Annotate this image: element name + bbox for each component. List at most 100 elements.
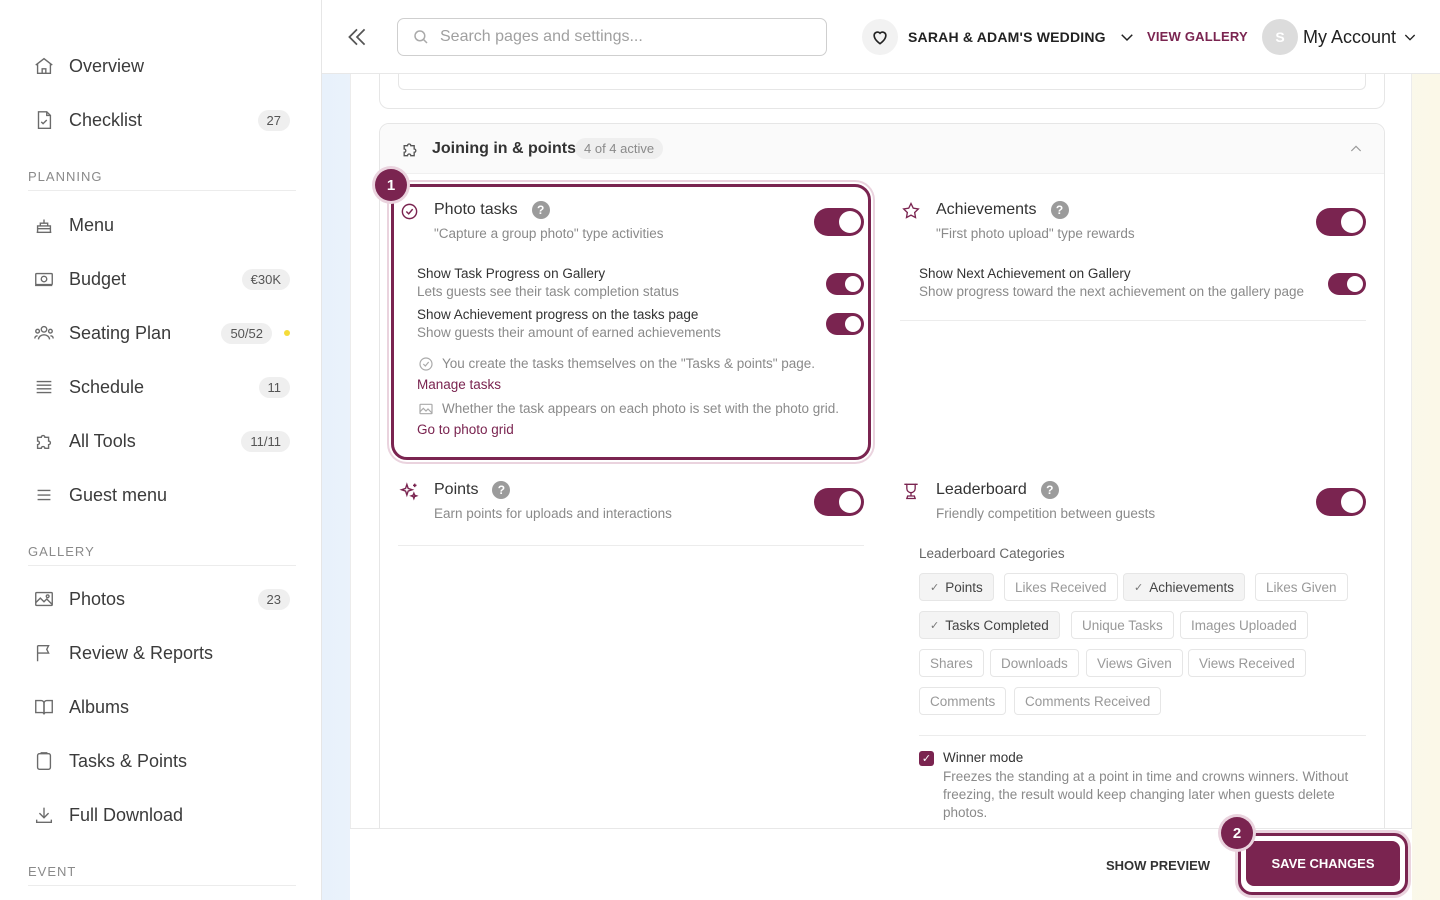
sidebar-item-photos[interactable]: Photos 23 bbox=[20, 577, 300, 621]
sidebar-item-budget[interactable]: Budget €30K bbox=[20, 257, 300, 301]
puzzle-icon bbox=[400, 139, 420, 159]
sidebar-item-seating-plan[interactable]: Seating Plan 50/52 bbox=[20, 311, 300, 355]
active-count-badge: 4 of 4 active bbox=[575, 138, 664, 159]
chip-label: Images Uploaded bbox=[1191, 617, 1297, 633]
category-chip-comments[interactable]: Comments bbox=[919, 687, 1007, 715]
image-icon bbox=[20, 588, 68, 610]
sidebar-item-full-download[interactable]: Full Download bbox=[20, 793, 300, 837]
heart-icon bbox=[862, 19, 898, 55]
task-progress-toggle[interactable] bbox=[826, 273, 864, 295]
category-chip-downloads[interactable]: Downloads bbox=[990, 649, 1079, 677]
event-name: SARAH & ADAM'S WEDDING bbox=[908, 29, 1106, 45]
chip-label: Shares bbox=[930, 655, 973, 671]
sidebar-item-all-tools[interactable]: All Tools 11/11 bbox=[20, 419, 300, 463]
puzzle-icon bbox=[20, 430, 68, 452]
help-icon[interactable]: ? bbox=[1050, 201, 1069, 219]
chip-label: Points bbox=[945, 579, 983, 595]
sidebar: Overview Checklist 27 PLANNING Menu Budg… bbox=[0, 0, 322, 900]
sidebar-item-review-reports[interactable]: Review & Reports bbox=[20, 631, 300, 675]
points-toggle[interactable] bbox=[814, 488, 864, 516]
help-icon[interactable]: ? bbox=[1040, 481, 1059, 499]
sidebar-item-albums[interactable]: Albums bbox=[20, 685, 300, 729]
chip-label: Tasks Completed bbox=[945, 617, 1049, 633]
tasks-info-text: You create the tasks themselves on the "… bbox=[442, 356, 816, 371]
sidebar-item-label: Full Download bbox=[69, 804, 184, 825]
collapse-sidebar-icon[interactable] bbox=[344, 24, 370, 50]
sidebar-item-label: Checklist bbox=[69, 109, 143, 130]
clipboard-icon bbox=[20, 750, 68, 772]
photo-tasks-desc: "Capture a group photo" type activities bbox=[434, 226, 664, 241]
top-bar: SARAH & ADAM'S WEDDING VIEW GALLERY S My… bbox=[322, 0, 1440, 74]
photo-tasks-toggle[interactable] bbox=[814, 208, 864, 236]
category-chip-unique-tasks[interactable]: Unique Tasks bbox=[1071, 611, 1174, 639]
category-chip-tasks-completed[interactable]: ✓ Tasks Completed bbox=[919, 611, 1060, 639]
flag-icon bbox=[20, 642, 68, 664]
section-heading-planning: PLANNING bbox=[28, 169, 103, 184]
trophy-icon bbox=[901, 481, 921, 501]
chevron-up-icon[interactable] bbox=[1348, 141, 1364, 157]
sidebar-item-label: Albums bbox=[69, 696, 130, 717]
winner-mode-desc: Freezes the standing at a point in time … bbox=[943, 769, 1349, 820]
manage-tasks-link[interactable]: Manage tasks bbox=[417, 377, 501, 392]
sidebar-item-label: Photos bbox=[69, 588, 126, 609]
chip-label: Likes Received bbox=[1015, 579, 1107, 595]
achievements-title: Achievements ? bbox=[936, 201, 1069, 219]
check-circle-icon bbox=[400, 202, 419, 221]
leaderboard-desc: Friendly competition between guests bbox=[936, 506, 1156, 521]
photo-grid-link[interactable]: Go to photo grid bbox=[417, 422, 514, 437]
section-header[interactable]: Joining in & points 4 of 4 active bbox=[380, 124, 1384, 174]
check-icon: ✓ bbox=[1134, 581, 1144, 594]
category-chip-comments-received[interactable]: Comments Received bbox=[1014, 687, 1162, 715]
help-icon[interactable]: ? bbox=[531, 201, 550, 219]
checklist-icon bbox=[20, 109, 68, 131]
points-desc: Earn points for uploads and interactions bbox=[434, 506, 672, 521]
check-icon: ✓ bbox=[930, 581, 940, 594]
account-label: My Account bbox=[1303, 26, 1397, 47]
sidebar-item-tasks-points[interactable]: Tasks & Points bbox=[20, 739, 300, 783]
chip-label: Views Received bbox=[1199, 655, 1295, 671]
sidebar-item-guest-menu[interactable]: Guest menu bbox=[20, 473, 300, 517]
winner-mode-checkbox[interactable]: ✓ bbox=[919, 751, 934, 766]
people-icon bbox=[20, 322, 68, 344]
sidebar-item-label: All Tools bbox=[69, 430, 136, 451]
image-icon bbox=[418, 401, 434, 417]
task-progress-title: Show Task Progress on Gallery bbox=[417, 266, 606, 281]
avatar: S bbox=[1262, 19, 1298, 55]
sidebar-item-menu[interactable]: Menu bbox=[20, 203, 300, 247]
sidebar-item-label: Guest menu bbox=[69, 484, 168, 505]
book-icon bbox=[20, 696, 68, 718]
next-achievement-title: Show Next Achievement on Gallery bbox=[919, 266, 1131, 281]
next-achievement-toggle[interactable] bbox=[1328, 273, 1366, 295]
category-chip-views-given[interactable]: Views Given bbox=[1086, 649, 1183, 677]
feature-label: Photo tasks bbox=[434, 201, 518, 218]
achievement-progress-toggle[interactable] bbox=[826, 313, 864, 335]
category-chip-shares[interactable]: Shares bbox=[919, 649, 984, 677]
category-chip-views-received[interactable]: Views Received bbox=[1188, 649, 1306, 677]
category-chip-images-uploaded[interactable]: Images Uploaded bbox=[1180, 611, 1308, 639]
winner-mode-label: Winner mode bbox=[943, 750, 1024, 765]
save-changes-button[interactable]: SAVE CHANGES bbox=[1246, 841, 1400, 886]
chip-label: Achievements bbox=[1149, 579, 1235, 595]
sidebar-item-checklist[interactable]: Checklist 27 bbox=[20, 98, 300, 142]
divider bbox=[398, 545, 864, 546]
help-icon[interactable]: ? bbox=[492, 481, 511, 499]
category-chip-points[interactable]: ✓ Points bbox=[919, 573, 994, 601]
sidebar-item-schedule[interactable]: Schedule 11 bbox=[20, 365, 300, 409]
chip-label: Comments bbox=[930, 693, 996, 709]
search-box[interactable] bbox=[397, 18, 827, 56]
category-chip-likes-received[interactable]: Likes Received bbox=[1004, 573, 1118, 601]
view-gallery-link[interactable]: VIEW GALLERY bbox=[1147, 29, 1248, 44]
search-input[interactable] bbox=[440, 28, 800, 46]
divider bbox=[28, 565, 296, 566]
event-selector[interactable]: SARAH & ADAM'S WEDDING bbox=[862, 18, 1136, 56]
feature-label: Points bbox=[434, 481, 479, 498]
category-chip-likes-given[interactable]: Likes Given bbox=[1255, 573, 1348, 601]
section-heading-gallery: GALLERY bbox=[28, 544, 95, 559]
chip-label: Comments Received bbox=[1025, 693, 1151, 709]
category-chip-achievements[interactable]: ✓ Achievements bbox=[1123, 573, 1246, 601]
achievements-toggle[interactable] bbox=[1316, 208, 1366, 236]
leaderboard-toggle[interactable] bbox=[1316, 488, 1366, 516]
account-menu[interactable]: S My Account bbox=[1262, 18, 1418, 56]
show-preview-button[interactable]: SHOW PREVIEW bbox=[1106, 858, 1210, 873]
sidebar-item-overview[interactable]: Overview bbox=[20, 44, 300, 88]
